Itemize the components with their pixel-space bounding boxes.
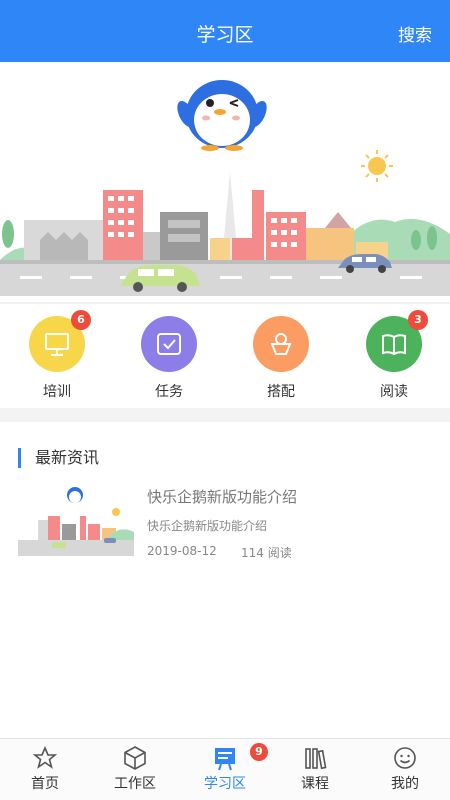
study-board-icon: 9 <box>212 743 268 771</box>
tab-mine[interactable]: 我的 <box>360 739 450 800</box>
study-area-badge: 9 <box>250 743 268 761</box>
category-matching[interactable]: 搭配 <box>236 316 326 406</box>
category-label: 搭配 <box>267 384 295 400</box>
category-shortcuts: 6 培训 任务 搭配 3 阅读 <box>0 304 450 408</box>
tab-label: 学习区 <box>204 776 246 792</box>
training-icon: 6 <box>29 310 91 372</box>
category-label: 阅读 <box>380 384 408 400</box>
category-tasks[interactable]: 任务 <box>124 316 214 406</box>
category-label: 培训 <box>43 384 71 400</box>
page-title: 学习区 <box>196 24 254 46</box>
tab-courses[interactable]: 课程 <box>270 739 360 800</box>
book-icon: 3 <box>366 310 428 372</box>
tab-label: 工作区 <box>114 776 156 792</box>
task-icon <box>141 316 197 372</box>
section-separator <box>0 408 450 422</box>
news-section: 最新资讯 快乐企鹅新版功能介绍 快乐企鹅新版功能介绍 2019-08-12 11… <box>0 422 450 738</box>
category-reading[interactable]: 3 阅读 <box>349 310 439 406</box>
city-buildings <box>24 172 388 260</box>
tab-label: 首页 <box>31 776 59 792</box>
article-summary: 快乐企鹅新版功能介绍 <box>147 519 268 533</box>
training-badge: 6 <box>71 310 91 330</box>
article-read-count: 114 阅读 <box>241 546 292 560</box>
article-title: 快乐企鹅新版功能介绍 <box>147 488 298 506</box>
news-article[interactable]: 快乐企鹅新版功能介绍 快乐企鹅新版功能介绍 2019-08-12 114 阅读 <box>18 480 432 584</box>
article-thumbnail <box>18 480 134 560</box>
news-section-title: 最新资讯 <box>18 448 99 468</box>
smiley-face-icon <box>392 745 418 771</box>
article-date: 2019-08-12 <box>147 544 217 558</box>
city-banner[interactable] <box>0 62 450 302</box>
tab-study-area[interactable]: 9 学习区 <box>180 739 270 800</box>
banner-illustration <box>0 80 450 296</box>
tab-label: 课程 <box>301 776 329 792</box>
sun-icon <box>361 150 393 182</box>
reading-badge: 3 <box>408 310 428 330</box>
search-button[interactable]: 搜索 <box>398 21 432 46</box>
tab-workspace[interactable]: 工作区 <box>90 739 180 800</box>
home-star-icon <box>32 745 58 771</box>
matching-icon <box>253 316 309 372</box>
category-label: 任务 <box>155 384 183 400</box>
books-icon <box>302 745 328 771</box>
top-app-bar: 学习区 搜索 <box>0 0 450 62</box>
bottom-tab-bar: 首页 工作区 9 学习区 课程 我的 <box>0 738 450 800</box>
tab-home[interactable]: 首页 <box>0 739 90 800</box>
category-training[interactable]: 6 培训 <box>12 310 102 406</box>
penguin-mascot <box>177 80 267 151</box>
cube-icon <box>122 745 148 771</box>
tab-label: 我的 <box>391 776 419 792</box>
